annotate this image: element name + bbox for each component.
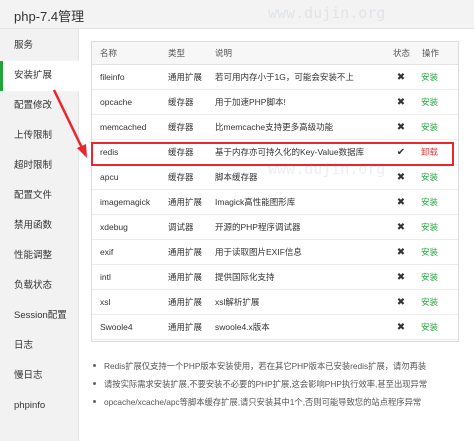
ext-type: 缓存器 (168, 147, 194, 157)
ext-name: Swoole4 (100, 322, 133, 332)
ext-description: 提供国际化支持 (215, 272, 275, 282)
not-installed-icon: ✖ (396, 97, 406, 108)
note-text: Redis扩展仅支持一个PHP版本安装使用，若在其它PHP版本已安装redis扩… (104, 361, 427, 371)
install-button[interactable]: 安装 (421, 90, 451, 115)
table-row: exif 通用扩展 用于读取图片EXIF信息 ✖ 安装 (92, 240, 458, 265)
dialog-title: php-7.4管理 (14, 9, 85, 24)
extensions-table[interactable]: 名称 类型 说明 状态 操作 fileinfo 通用扩展 若可用内存小于1G，可… (91, 41, 459, 342)
ext-type: 缓存器 (168, 172, 194, 182)
not-installed-icon: ✖ (396, 272, 406, 283)
ext-name: imagemagick (100, 197, 151, 207)
bullet-icon (93, 364, 96, 368)
sidebar-item-upload-limit[interactable]: 上传限制 (0, 121, 79, 151)
note-text: opcache/xcache/apc等脚本缓存扩展,请只安装其中1个,否则可能导… (104, 397, 422, 407)
sidebar-item-config-file[interactable]: 配置文件 (0, 181, 79, 211)
not-installed-icon: ✖ (396, 197, 406, 208)
ext-name: intl (100, 272, 111, 282)
ext-type: 通用扩展 (168, 322, 203, 332)
watermark: www.dujin.org (268, 160, 386, 178)
table-row: memcached 缓存器 比memcache支持更多高级功能 ✖ 安装 (92, 115, 458, 140)
install-button[interactable]: 安装 (421, 315, 451, 340)
table-row: intl 通用扩展 提供国际化支持 ✖ 安装 (92, 265, 458, 290)
not-installed-icon: ✖ (396, 247, 406, 258)
install-button[interactable]: 安装 (421, 190, 451, 215)
sidebar-item-session-config[interactable]: Session配置 (0, 301, 79, 331)
installed-check-icon: ✔ (396, 147, 406, 158)
sidebar-item-service[interactable]: 服务 (0, 31, 79, 61)
ext-name: exif (100, 247, 114, 257)
ext-type: 缓存器 (168, 122, 194, 132)
sidebar-item-disabled-functions[interactable]: 禁用函数 (0, 211, 79, 241)
install-button[interactable]: 安装 (421, 240, 451, 265)
install-button[interactable]: 安装 (421, 115, 451, 140)
header-type: 类型 (168, 48, 186, 58)
ext-name: opcache (100, 97, 133, 107)
sidebar-item-install-extensions[interactable]: 安装扩展 (0, 61, 79, 91)
bullet-icon (93, 400, 96, 404)
sidebar-item-phpinfo[interactable]: phpinfo (0, 391, 79, 421)
install-button[interactable]: 安装 (421, 290, 451, 315)
table-row: fileinfo 通用扩展 若可用内存小于1G，可能会安装不上 ✖ 安装 (92, 65, 458, 90)
ext-name: apcu (100, 172, 119, 182)
ext-type: 通用扩展 (168, 197, 203, 207)
ext-description: xsl解析扩展 (215, 297, 260, 307)
sidebar-nav: 服务 安装扩展 配置修改 上传限制 超时限制 配置文件 禁用函数 性能调整 负载… (0, 29, 79, 441)
not-installed-icon: ✖ (396, 222, 406, 233)
table-row: xdebug 调试器 开源的PHP程序调试器 ✖ 安装 (92, 215, 458, 240)
ext-name: xsl (100, 297, 111, 307)
not-installed-icon: ✖ (396, 72, 406, 83)
ext-description: 开源的PHP程序调试器 (215, 222, 301, 232)
not-installed-icon: ✖ (396, 322, 406, 333)
sidebar-item-slow-log[interactable]: 慢日志 (0, 361, 79, 391)
install-button[interactable]: 安装 (421, 65, 451, 90)
not-installed-icon: ✖ (396, 172, 406, 183)
note-item: opcache/xcache/apc等脚本缓存扩展,请只安装其中1个,否则可能导… (91, 394, 463, 410)
header-description: 说明 (215, 48, 233, 58)
ext-name: xdebug (100, 222, 128, 232)
install-button[interactable]: 安装 (421, 215, 451, 240)
table-row: opcache 缓存器 用于加速PHP脚本! ✖ 安装 (92, 90, 458, 115)
not-installed-icon: ✖ (396, 122, 406, 133)
ext-name: fileinfo (100, 72, 125, 82)
note-item: 请按实际需求安装扩展,不要安装不必要的PHP扩展,这会影响PHP执行效率,甚至出… (91, 376, 463, 392)
not-installed-icon: ✖ (396, 297, 406, 308)
watermark: www.dujin.org (268, 4, 386, 22)
header-operation: 操作 (422, 48, 440, 58)
ext-type: 通用扩展 (168, 297, 203, 307)
sidebar-item-timeout-limit[interactable]: 超时限制 (0, 151, 79, 181)
ext-description: Imagick高性能图形库 (215, 197, 296, 207)
table-row: xsl 通用扩展 xsl解析扩展 ✖ 安装 (92, 290, 458, 315)
sidebar-item-config-edit[interactable]: 配置修改 (0, 91, 79, 121)
ext-description: 用于读取图片EXIF信息 (215, 247, 302, 257)
ext-type: 通用扩展 (168, 72, 203, 82)
ext-type: 通用扩展 (168, 247, 203, 257)
ext-description: 用于加速PHP脚本! (215, 97, 286, 107)
sidebar-item-load-status[interactable]: 负载状态 (0, 271, 79, 301)
ext-type: 缓存器 (168, 97, 194, 107)
sidebar-item-performance[interactable]: 性能调整 (0, 241, 79, 271)
header-name: 名称 (100, 48, 118, 58)
ext-description: swoole4.x版本 (215, 322, 270, 332)
header-status: 状态 (393, 48, 411, 58)
bullet-icon (93, 382, 96, 386)
ext-type: 通用扩展 (168, 272, 203, 282)
install-button[interactable]: 安装 (421, 165, 451, 190)
note-item: Redis扩展仅支持一个PHP版本安装使用，若在其它PHP版本已安装redis扩… (91, 358, 463, 374)
ext-description: 比memcache支持更多高级功能 (215, 122, 334, 132)
ext-type: 调试器 (168, 222, 194, 232)
uninstall-button[interactable]: 卸载 (421, 140, 451, 165)
table-row: Swoole4 通用扩展 swoole4.x版本 ✖ 安装 (92, 315, 458, 340)
ext-description: 若可用内存小于1G，可能会安装不上 (215, 72, 354, 82)
table-row: imagemagick 通用扩展 Imagick高性能图形库 ✖ 安装 (92, 190, 458, 215)
note-text: 请按实际需求安装扩展,不要安装不必要的PHP扩展,这会影响PHP执行效率,甚至出… (104, 379, 428, 389)
table-header: 名称 类型 说明 状态 操作 (92, 42, 458, 65)
ext-name: memcached (100, 122, 147, 132)
ext-name: redis (100, 147, 119, 157)
install-button[interactable]: 安装 (421, 265, 451, 290)
sidebar-item-log[interactable]: 日志 (0, 331, 79, 361)
dialog-titlebar: php-7.4管理 (0, 0, 474, 29)
